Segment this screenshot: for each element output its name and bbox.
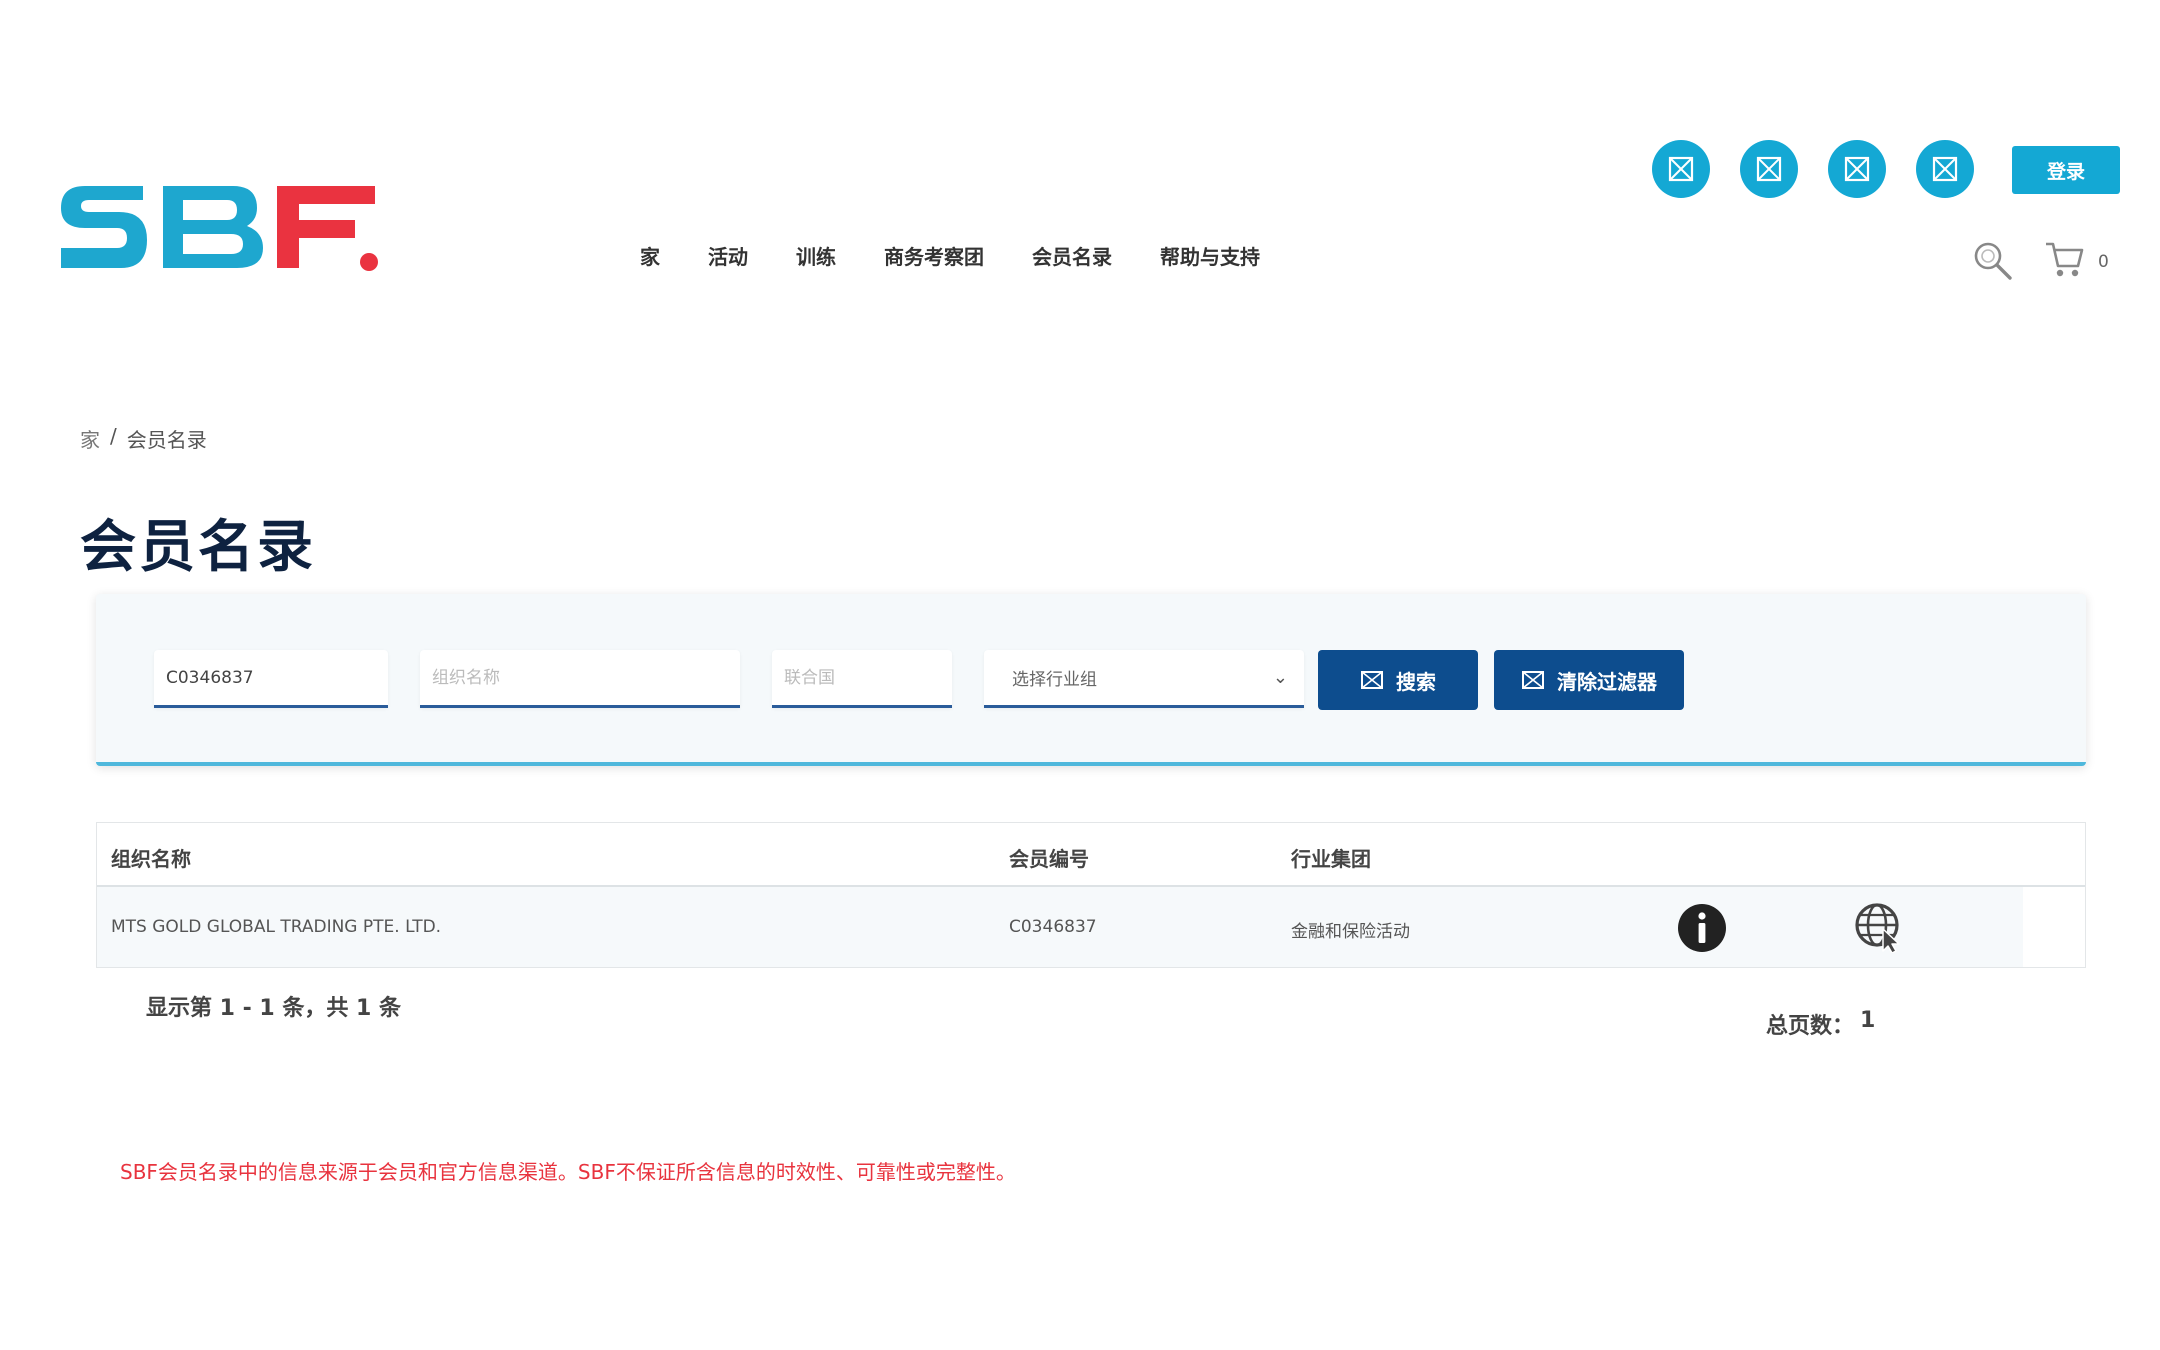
- industry-select[interactable]: 选择行业组 ⌄: [984, 650, 1304, 708]
- social-link-3[interactable]: [1828, 140, 1886, 198]
- cart-icon[interactable]: [2044, 240, 2086, 280]
- nav-item-events[interactable]: 活动: [708, 241, 748, 270]
- search-icon[interactable]: [1972, 240, 2014, 282]
- social-links: [1652, 140, 1974, 198]
- breadcrumb: 家 / 会员名录: [80, 424, 207, 453]
- org-name-input[interactable]: [420, 650, 740, 708]
- member-id-input[interactable]: [154, 650, 388, 708]
- nav-item-help-support[interactable]: 帮助与支持: [1160, 241, 1260, 270]
- sbf-logo[interactable]: [55, 168, 385, 278]
- main-nav: 家 活动 训练 商务考察团 会员名录 帮助与支持: [640, 240, 1308, 270]
- column-header-org-name[interactable]: 组织名称: [111, 843, 191, 872]
- search-button[interactable]: 搜索: [1318, 650, 1478, 710]
- results-count: 显示第 1 - 1 条，共 1 条: [146, 996, 402, 1021]
- broken-image-icon: [1522, 671, 1544, 689]
- nav-item-business-missions[interactable]: 商务考察团: [884, 241, 984, 270]
- table-row: MTS GOLD GLOBAL TRADING PTE. LTD. C03468…: [97, 887, 2023, 967]
- cell-member-no: C0346837: [1009, 917, 1097, 937]
- page-title: 会员名录: [80, 515, 316, 580]
- search-button-label: 搜索: [1396, 669, 1436, 694]
- breadcrumb-home[interactable]: 家: [80, 424, 100, 453]
- total-pages-label: 总页数：: [1766, 1014, 1855, 1039]
- column-header-industry[interactable]: 行业集团: [1291, 843, 1371, 872]
- broken-image-icon: [1932, 156, 1958, 182]
- nav-item-member-directory[interactable]: 会员名录: [1032, 241, 1112, 270]
- table-header: 组织名称 会员编号 行业集团: [97, 823, 2085, 887]
- broken-image-icon: [1756, 156, 1782, 182]
- total-pages: 总页数： 1: [1766, 1008, 1875, 1040]
- social-link-1[interactable]: [1652, 140, 1710, 198]
- breadcrumb-separator: /: [110, 424, 117, 448]
- column-header-member-no[interactable]: 会员编号: [1009, 843, 1089, 872]
- total-pages-value: 1: [1860, 1008, 1876, 1033]
- social-link-2[interactable]: [1740, 140, 1798, 198]
- breadcrumb-current: 会员名录: [126, 428, 207, 452]
- filter-panel: 选择行业组 ⌄ 搜索 清除过滤器: [96, 594, 2086, 766]
- social-link-4[interactable]: [1916, 140, 1974, 198]
- info-icon[interactable]: [1677, 903, 1727, 953]
- nav-item-home[interactable]: 家: [640, 241, 660, 270]
- broken-image-icon: [1844, 156, 1870, 182]
- broken-image-icon: [1361, 671, 1383, 689]
- cell-org-name: MTS GOLD GLOBAL TRADING PTE. LTD.: [111, 917, 442, 937]
- disclaimer-text: SBF会员名录中的信息来源于会员和官方信息渠道。SBF不保证所含信息的时效性、可…: [120, 1160, 1016, 1184]
- clear-filters-label: 清除过滤器: [1557, 669, 1657, 694]
- login-button[interactable]: 登录: [2012, 146, 2120, 194]
- industry-select-value: 选择行业组: [1012, 670, 1097, 690]
- chamber-input[interactable]: [772, 650, 952, 708]
- sbf-logo-mark: [61, 186, 378, 271]
- results-table: 组织名称 会员编号 行业集团 MTS GOLD GLOBAL TRADING P…: [96, 822, 2086, 968]
- clear-filters-button[interactable]: 清除过滤器: [1494, 650, 1684, 710]
- website-globe-icon[interactable]: [1853, 901, 1905, 953]
- chevron-down-icon: ⌄: [1272, 667, 1288, 688]
- broken-image-icon: [1668, 156, 1694, 182]
- nav-item-training[interactable]: 训练: [796, 241, 836, 270]
- cell-industry: 金融和保险活动: [1291, 922, 1410, 942]
- cart-count: 0: [2098, 252, 2109, 272]
